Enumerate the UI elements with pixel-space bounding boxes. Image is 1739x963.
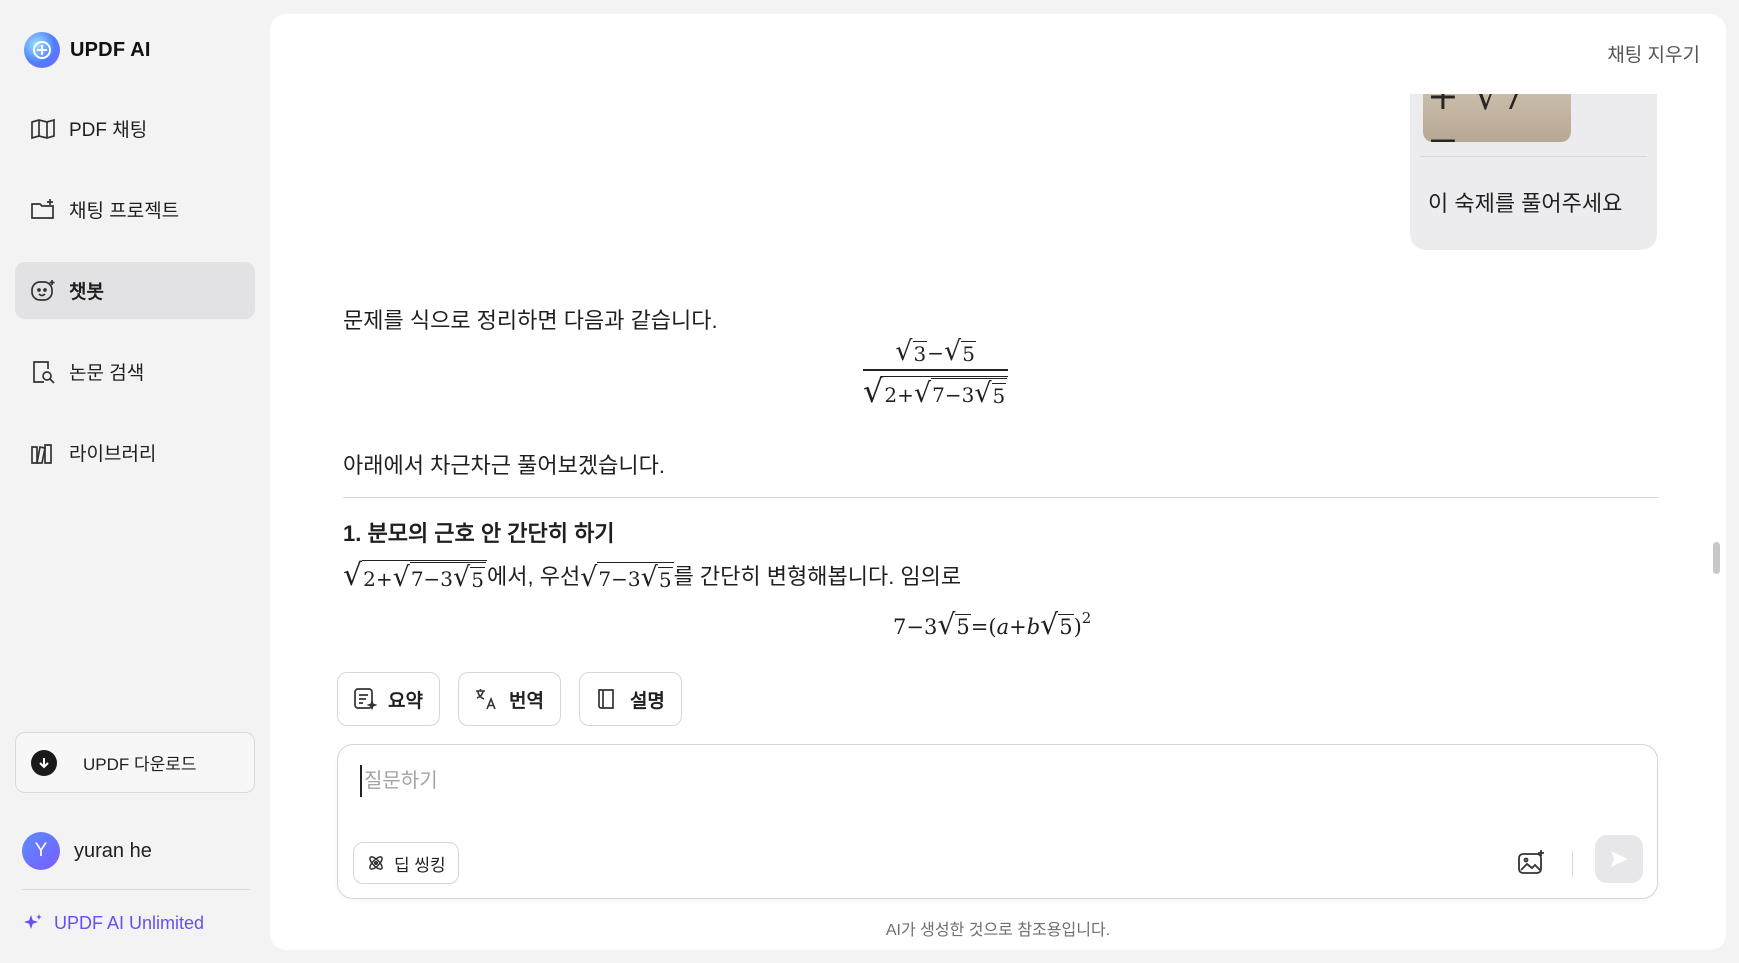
brand-name: UPDF AI (70, 38, 151, 61)
explain-button[interactable]: 설명 (578, 672, 682, 726)
math-num-op: − (927, 341, 945, 365)
line-text-2: 를 간단히 변형해봅니다. 임의로 (673, 564, 962, 589)
line-math-inner-2: 7−3 (598, 567, 641, 591)
composer-divider (1572, 851, 1573, 877)
open-book-icon (31, 118, 55, 139)
math-den-outer: 2+ (884, 382, 914, 407)
send-icon (1611, 851, 1628, 867)
math-num-a: 3 (912, 341, 928, 366)
chat-panel: 채팅 지우기 + √7 − 이 숙제를 풀어주세요 문제를 식으로 정리하면 다… (270, 14, 1726, 950)
translate-button[interactable]: 번역 (457, 672, 561, 726)
sidebar-nav: PDF 채팅 채팅 프로젝트 챗봇 논문 검색 라이브러리 (15, 100, 255, 505)
book-icon (598, 689, 614, 709)
user-message-text: 이 숙제를 풀어주세요 (1428, 191, 1623, 216)
clear-chat-button[interactable]: 채팅 지우기 (1607, 40, 1700, 67)
section-divider (343, 497, 1658, 498)
translate-icon (475, 689, 496, 710)
send-button[interactable] (1595, 835, 1643, 883)
sidebar-item-label: 라이브러리 (69, 444, 157, 465)
brand[interactable]: UPDF AI (24, 32, 151, 68)
eq-a: a (996, 615, 1010, 640)
sidebar-item-chat-project[interactable]: 채팅 프로젝트 (15, 181, 255, 238)
plan-link[interactable]: UPDF AI Unlimited (22, 912, 204, 934)
summary-icon (354, 688, 378, 711)
document-search-icon (33, 360, 55, 384)
deep-think-label: 딥 씽킹 (394, 855, 446, 875)
user-name: yuran he (74, 839, 152, 862)
sparkle-icon (24, 914, 42, 929)
scrollbar-thumb[interactable] (1713, 542, 1720, 574)
line-math-outer: 2+ (363, 567, 393, 591)
math-den-inner: 7−3 (932, 382, 975, 407)
sidebar: UPDF AI PDF 채팅 채팅 프로젝트 챗봇 논문 검색 라이브러리 UP… (0, 0, 270, 963)
line-math-inner: 7−3 (410, 567, 454, 591)
library-books-icon (31, 443, 52, 464)
plan-label: UPDF AI Unlimited (54, 912, 205, 933)
download-updf-button[interactable]: UPDF 다운로드 (15, 732, 255, 793)
eq-lhs: 7−3 (893, 615, 938, 640)
sidebar-item-label: PDF 채팅 (69, 120, 148, 141)
line-math-root: 5 (470, 567, 485, 592)
deep-think-toggle[interactable]: 딥 씽킹 (353, 842, 459, 884)
question-input[interactable] (360, 765, 1260, 797)
sidebar-item-label: 채팅 프로젝트 (69, 201, 180, 222)
chatbot-face-icon (31, 279, 55, 301)
line-math-root-2: 5 (657, 567, 673, 592)
step-line: √ 2+ √ 7−3 √ 5 에서, 우선 √ 7−3 √ 5 를 간단히 변형해봅니다. 임의… (343, 558, 962, 593)
equation-identity: 7−3 √ 5 =(a + b √ 5) 2 (893, 608, 1092, 641)
summary-button[interactable]: 요약 (337, 672, 440, 726)
eq-b: b (1026, 615, 1041, 640)
expression-fraction: √ 3− √ 5 √ 2+ √ 7−3 √ 5 (863, 338, 1009, 408)
eq-lhs-root: 5 (955, 614, 971, 640)
message-composer: 딥 씽킹 (337, 744, 1658, 899)
answer-intro: 문제를 식으로 정리하면 다음과 같습니다. (343, 308, 718, 333)
download-label: UPDF 다운로드 (83, 755, 197, 774)
sidebar-divider (22, 889, 250, 890)
math-den-root: 5 (991, 382, 1007, 408)
updf-ai-logo-icon (24, 32, 60, 68)
sidebar-item-library[interactable]: 라이브러리 (15, 424, 255, 481)
summary-label: 요약 (388, 690, 423, 712)
bubble-divider (1420, 156, 1647, 157)
sidebar-item-pdf-chat[interactable]: PDF 채팅 (15, 100, 255, 157)
download-icon (31, 749, 57, 776)
quick-actions: 요약 번역 설명 (337, 672, 682, 726)
avatar: Y (22, 832, 60, 870)
image-upload-icon[interactable] (1515, 847, 1547, 879)
eq-rhs-root: 5 (1058, 614, 1074, 640)
folder-add-icon (31, 198, 54, 219)
eq-exponent: 2 (1081, 609, 1092, 628)
homework-image[interactable]: + √7 − (1423, 94, 1571, 142)
atom-icon (369, 856, 383, 870)
user-message-bubble: + √7 − 이 숙제를 풀어주세요 (1410, 94, 1657, 250)
line-text-1: 에서, 우선 (487, 564, 581, 589)
section-title: 1. 분모의 근호 안 간단히 하기 (343, 521, 615, 546)
sidebar-item-chatbot[interactable]: 챗봇 (15, 262, 255, 319)
explain-label: 설명 (629, 690, 665, 712)
sidebar-item-paper-search[interactable]: 논문 검색 (15, 343, 255, 400)
eq-plus: + (1009, 615, 1027, 640)
translate-label: 번역 (508, 690, 544, 712)
user-profile[interactable]: Y yuran he (22, 832, 152, 870)
step-intro: 아래에서 차근차근 풀어보겠습니다. (343, 453, 665, 478)
sidebar-item-label: 챗봇 (69, 282, 104, 303)
math-num-b: 5 (961, 341, 976, 366)
ai-disclaimer: AI가 생성한 것으로 참조용입니다. (885, 922, 1111, 939)
sidebar-item-label: 논문 검색 (69, 363, 145, 384)
